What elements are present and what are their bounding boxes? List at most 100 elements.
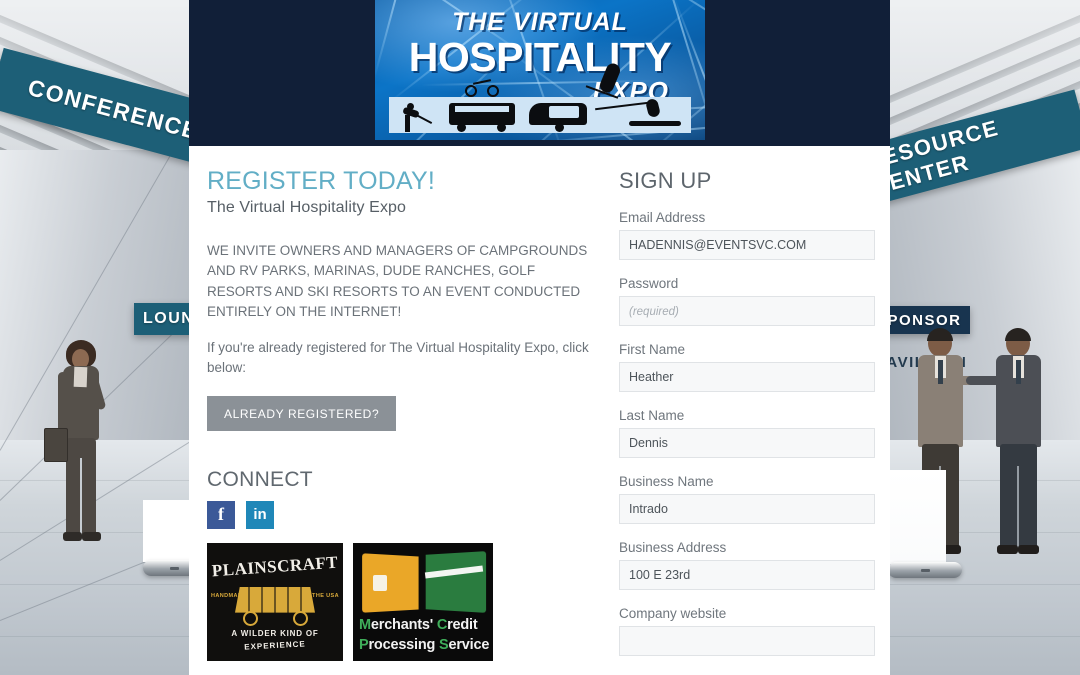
briefcase <box>44 428 68 462</box>
merchants-credit-line1: Merchants' Credit <box>359 617 478 633</box>
credit-c: C <box>436 616 448 633</box>
content-panel: REGISTER TODAY! The Virtual Hospitality … <box>189 146 890 675</box>
merchants-m: M <box>359 616 371 633</box>
bus-wheel-1 <box>457 123 466 132</box>
connect-heading: CONNECT <box>207 467 313 491</box>
business-name-label: Business Name <box>619 474 714 489</box>
wagon-slat <box>274 586 276 613</box>
merchants-rest: erchants' <box>370 616 437 633</box>
email-input[interactable] <box>619 230 875 260</box>
password-label: Password <box>619 276 679 291</box>
field-last-name: Last Name <box>619 408 879 458</box>
avatar-businessman-right <box>966 328 1050 565</box>
field-email: Email Address <box>619 210 879 260</box>
page-title: REGISTER TODAY! <box>207 167 436 195</box>
field-business-name: Business Name <box>619 474 879 524</box>
facebook-glyph: f <box>218 504 224 525</box>
hair <box>1005 328 1031 341</box>
processing-rest: rocessing <box>368 636 440 653</box>
plainscraft-line2: A WILDER KIND OF <box>231 628 319 638</box>
leg-split <box>1017 466 1019 549</box>
bus-window-row <box>455 106 509 112</box>
social-links: f in <box>207 500 602 529</box>
facebook-icon[interactable]: f <box>207 500 235 529</box>
sponsor-logos: PLAINSCRAFT HANDMADE IN THE USA A WILDER… <box>207 542 602 661</box>
arm-left <box>58 372 67 434</box>
credit-card-green-icon <box>425 550 487 613</box>
header-bar: THE VIRTUAL HOSPITALITY EXPO <box>189 0 890 146</box>
merchants-credit-line2: Processing Service <box>359 637 489 653</box>
invite-paragraph: WE INVITE OWNERS AND MANAGERS OF CAMPGRO… <box>207 242 588 320</box>
last-name-label: Last Name <box>619 408 685 423</box>
business-address-input[interactable] <box>619 560 875 590</box>
field-company-website: Company website <box>619 606 879 656</box>
left-column: REGISTER TODAY! The Virtual Hospitality … <box>207 167 602 661</box>
banner-stand-base-right <box>888 562 962 578</box>
wagon-slat <box>300 586 302 613</box>
stand-nub <box>170 567 179 570</box>
banner-silhouette-strip <box>389 61 691 133</box>
plainscraft-line3: EXPERIENCE <box>244 638 306 652</box>
plainscraft-tag-left: HANDMADE <box>211 592 247 599</box>
banner-line-the-virtual: THE VIRTUAL <box>452 8 628 36</box>
already-registered-button[interactable]: ALREADY REGISTERED? <box>207 395 397 431</box>
shoe-left <box>63 532 82 541</box>
shoe-left <box>997 545 1018 554</box>
signup-heading: SIGN UP <box>619 168 712 193</box>
field-first-name: First Name <box>619 342 879 392</box>
credit-rest: redit <box>447 616 478 633</box>
plainscraft-title: PLAINSCRAFT <box>211 552 339 580</box>
linkedin-glyph: in <box>253 506 267 524</box>
wagon-slat <box>287 586 289 613</box>
first-name-label: First Name <box>619 342 686 357</box>
water-ski-board <box>629 121 681 126</box>
already-registered-paragraph: If you're already registered for The Vir… <box>207 339 589 376</box>
tie <box>1016 360 1021 384</box>
card-chip-icon <box>373 574 387 591</box>
password-input[interactable] <box>619 296 875 326</box>
wagon-slat <box>261 586 263 613</box>
linkedin-icon[interactable]: in <box>246 500 274 529</box>
business-name-input[interactable] <box>619 494 875 524</box>
bicycle-wheel-left <box>465 85 477 97</box>
last-name-input[interactable] <box>619 428 875 458</box>
sponsor-logo-merchants-credit[interactable]: Merchants' Credit Processing Service <box>353 542 493 661</box>
arm-extended <box>966 376 1002 385</box>
bus-wheel-2 <box>497 123 506 132</box>
hair <box>927 328 953 341</box>
service-rest: ervice <box>448 636 490 653</box>
avatar-businesswoman <box>44 340 110 555</box>
leg-split <box>80 458 82 536</box>
bicycle-wheel-right <box>487 85 499 97</box>
wagon-wheel-right <box>293 610 308 626</box>
first-name-input[interactable] <box>619 362 875 392</box>
golfer-legs <box>405 115 410 132</box>
rv-wheel <box>555 123 564 132</box>
banner-line-hospitality: HOSPITALITY <box>408 34 672 80</box>
banner-stand-panel-right <box>888 470 946 564</box>
expo-banner-image: THE VIRTUAL HOSPITALITY EXPO <box>375 0 705 140</box>
banner-stand-panel-left <box>143 500 193 562</box>
shoe-right <box>1018 545 1039 554</box>
sponsor-logo-plainscraft[interactable]: PLAINSCRAFT HANDMADE IN THE USA A WILDER… <box>207 542 343 661</box>
plainscraft-tag-right: IN THE USA <box>303 592 339 599</box>
credit-card-yellow-icon <box>362 552 419 613</box>
email-label: Email Address <box>619 210 706 225</box>
stand-nub <box>921 569 930 572</box>
tow-rope <box>595 101 649 111</box>
company-website-input[interactable] <box>619 626 875 656</box>
collar <box>73 366 88 388</box>
signup-form: SIGN UP Email Address Password First Name L… <box>619 168 879 656</box>
page-subtitle: The Virtual Hospitality Expo <box>207 198 407 216</box>
wagon-slat <box>248 586 250 613</box>
field-business-address: Business Address <box>619 540 879 590</box>
tie <box>938 360 943 384</box>
rv-window <box>549 106 579 118</box>
wagon-slats <box>235 586 315 613</box>
shoe-right <box>82 532 101 541</box>
business-address-label: Business Address <box>619 540 727 555</box>
page-root: CONFERENCE LOUNGE RESOURCE CENTER SPONSO… <box>0 0 1080 675</box>
wagon-wheel-left <box>243 610 258 626</box>
field-password: Password <box>619 276 879 326</box>
signup-fields: Email Address Password First Name Last Name… <box>619 210 879 656</box>
